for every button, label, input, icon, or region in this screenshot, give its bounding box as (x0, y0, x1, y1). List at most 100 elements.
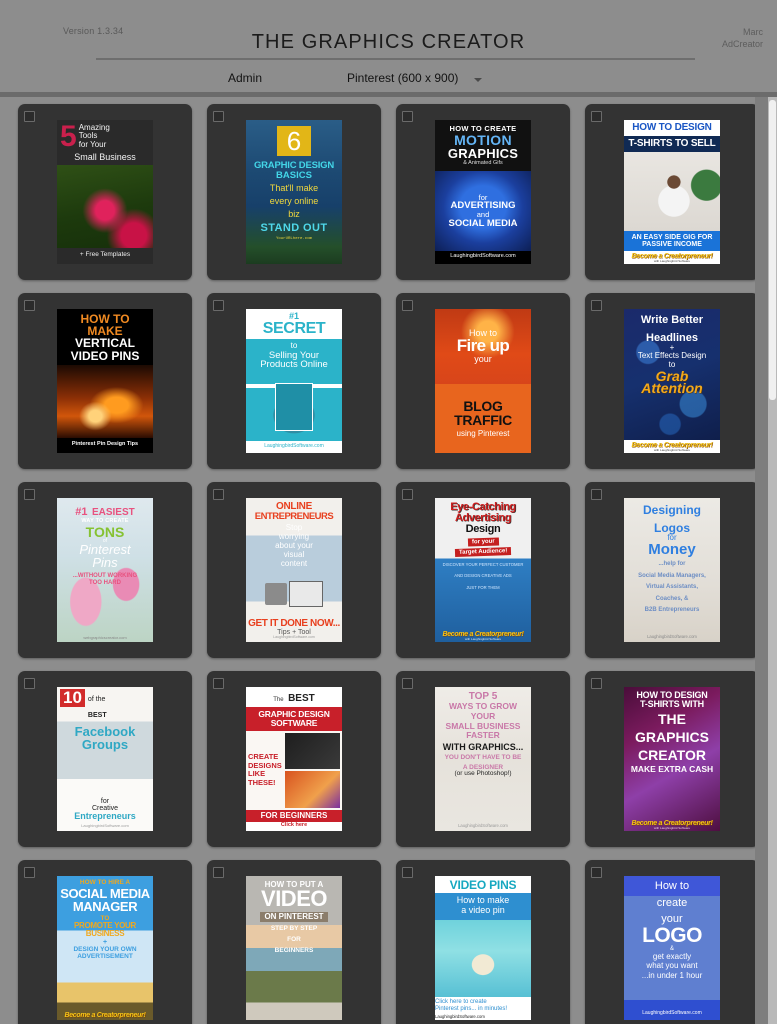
template-select-checkbox[interactable] (24, 678, 35, 689)
thumb-text: Pinterest pins... in minutes! (435, 1005, 508, 1012)
admin-menu-item[interactable]: Admin (228, 71, 262, 85)
template-select-checkbox[interactable] (402, 678, 413, 689)
thumb-text: Virtual Assistants, (645, 584, 699, 591)
template-thumbnail[interactable]: HOW TO DESIGN T-SHIRTS TO SELL AN EASY S… (624, 120, 720, 264)
template-card[interactable]: HOW TO DESIGN T-SHIRTS WITH THE GRAPHICS… (585, 671, 759, 847)
template-thumbnail[interactable]: The BEST GRAPHIC DESIGN SOFTWARE CREATE … (246, 687, 342, 831)
template-card[interactable]: 10 of the BEST Facebook Groups for Creat… (18, 671, 192, 847)
thumb-photo (246, 569, 342, 619)
thumb-text: GET IT DONE NOW... (248, 618, 340, 630)
thumb-photo: for ADVERTISING and SOCIAL MEDIA (435, 170, 531, 252)
template-thumbnail[interactable]: TOP 5 WAYS TO GROW YOUR SMALL BUSINESS F… (435, 687, 531, 831)
template-card[interactable]: TOP 5 WAYS TO GROW YOUR SMALL BUSINESS F… (396, 671, 570, 847)
thumb-text: ...help for (658, 561, 686, 568)
template-card[interactable]: HOW TO DESIGN T-SHIRTS TO SELL AN EASY S… (585, 104, 759, 280)
thumb-text: every online (269, 196, 319, 207)
thumb-text: #1 (75, 506, 88, 518)
template-select-checkbox[interactable] (402, 867, 413, 878)
template-select-checkbox[interactable] (213, 300, 224, 311)
template-card[interactable]: How to Fire up your BLOG TRAFFIC using P… (396, 293, 570, 469)
template-select-checkbox[interactable] (213, 867, 224, 878)
template-thumbnail[interactable]: VIDEO PINS How to make a video pin Click… (435, 876, 531, 1020)
template-card[interactable]: HOW TO MAKE VERTICAL VIDEO PINS Pinteres… (18, 293, 192, 469)
template-card[interactable]: The BEST GRAPHIC DESIGN SOFTWARE CREATE … (207, 671, 381, 847)
template-select-checkbox[interactable] (591, 678, 602, 689)
template-select-checkbox[interactable] (591, 489, 602, 500)
template-thumbnail[interactable]: ONLINE ENTREPRENEURS Stop worrying about… (246, 498, 342, 642)
template-card[interactable]: #1 SECRET to Selling Your Products Onlin… (207, 293, 381, 469)
template-thumbnail[interactable]: Eye-Catching Advertising Design for your… (435, 498, 531, 642)
template-select-checkbox[interactable] (213, 489, 224, 500)
thumb-url: YourURLhere.com (275, 236, 312, 241)
canvas-size-select[interactable]: Pinterest (600 x 900) (347, 71, 458, 85)
template-card[interactable]: 6 GRAPHIC DESIGN BASICS That'll make eve… (207, 104, 381, 280)
template-thumbnail[interactable]: HOW TO HIRE A SOCIAL MEDIA MANAGER TO PR… (57, 876, 153, 1020)
template-card[interactable]: HOW TO CREATE MOTION GRAPHICS & Animated… (396, 104, 570, 280)
template-select-checkbox[interactable] (591, 867, 602, 878)
template-thumbnail[interactable]: 5 Amazing Tools for Your Small Business … (57, 120, 153, 264)
template-select-checkbox[interactable] (213, 678, 224, 689)
template-select-checkbox[interactable] (402, 300, 413, 311)
template-thumbnail[interactable]: HOW TO MAKE VERTICAL VIDEO PINS Pinteres… (57, 309, 153, 453)
template-select-checkbox[interactable] (24, 111, 35, 122)
thumb-text: MOTION (454, 131, 512, 148)
thumb-text: THE (658, 711, 686, 728)
template-thumbnail[interactable]: 10 of the BEST Facebook Groups for Creat… (57, 687, 153, 831)
template-thumbnail[interactable]: HOW TO DESIGN T-SHIRTS WITH THE GRAPHICS… (624, 687, 720, 831)
thumb-text: Groups (81, 736, 129, 752)
thumb-text: How to (654, 880, 690, 892)
template-select-checkbox[interactable] (24, 300, 35, 311)
template-card[interactable]: 5 Amazing Tools for Your Small Business … (18, 104, 192, 280)
thumb-text: AN EASY SIDE GIG FOR (631, 233, 713, 241)
template-select-checkbox[interactable] (24, 867, 35, 878)
template-select-checkbox[interactable] (591, 300, 602, 311)
thumb-text: for your (467, 537, 499, 547)
thumb-photo (284, 732, 340, 809)
template-select-checkbox[interactable] (591, 111, 602, 122)
thumb-url: LaughingbirdSoftware.com (458, 822, 508, 828)
thumb-text: Write Better (640, 314, 704, 326)
template-thumbnail[interactable]: Write Better Headlines + Text Effects De… (624, 309, 720, 453)
template-card[interactable]: Eye-Catching Advertising Design for your… (396, 482, 570, 658)
thumb-text: with Laughingbird Software (464, 636, 502, 641)
template-card[interactable]: ONLINE ENTREPRENEURS Stop worrying about… (207, 482, 381, 658)
chevron-down-icon[interactable] (474, 78, 482, 82)
template-thumbnail[interactable]: 6 GRAPHIC DESIGN BASICS That'll make eve… (246, 120, 342, 264)
template-thumbnail[interactable]: HOW TO PUT A VIDEO ON PINTEREST STEP BY … (246, 876, 342, 1020)
thumb-text: FASTER (466, 730, 500, 741)
template-select-checkbox[interactable] (402, 489, 413, 500)
template-card[interactable]: HOW TO HIRE A SOCIAL MEDIA MANAGER TO PR… (18, 860, 192, 1024)
thumb-text: for Your (78, 139, 107, 149)
template-card[interactable]: VIDEO PINS How to make a video pin Click… (396, 860, 570, 1024)
gallery-scrollbar-thumb[interactable] (769, 100, 776, 400)
template-thumbnail[interactable]: How to Fire up your BLOG TRAFFIC using P… (435, 309, 531, 453)
template-card[interactable]: #1 EASIEST WAY TO CREATE TONS of Pintere… (18, 482, 192, 658)
template-card[interactable]: HOW TO PUT A VIDEO ON PINTEREST STEP BY … (207, 860, 381, 1024)
template-gallery[interactable]: 5 Amazing Tools for Your Small Business … (0, 97, 777, 1024)
thumb-photo: How to Fire up your (435, 309, 531, 384)
template-thumbnail[interactable]: Designing Logos for Money ...help for So… (624, 498, 720, 642)
template-thumbnail[interactable]: HOW TO CREATE MOTION GRAPHICS & Animated… (435, 120, 531, 264)
thumb-text: LOGO (642, 923, 702, 947)
template-card[interactable]: Designing Logos for Money ...help for So… (585, 482, 759, 658)
template-card[interactable]: Write Better Headlines + Text Effects De… (585, 293, 759, 469)
thumb-text: MAKE EXTRA CASH (630, 764, 714, 775)
thumb-text: EASIEST (91, 507, 135, 518)
thumb-text: T-SHIRTS WITH (640, 699, 704, 710)
template-thumbnail[interactable]: How to create your LOGO & get exactly wh… (624, 876, 720, 1020)
template-thumbnail[interactable]: #1 SECRET to Selling Your Products Onlin… (246, 309, 342, 453)
thumb-text: Become a Creatorpreneur! (64, 1011, 146, 1019)
template-select-checkbox[interactable] (213, 111, 224, 122)
template-select-checkbox[interactable] (24, 489, 35, 500)
template-card[interactable]: How to create your LOGO & get exactly wh… (585, 860, 759, 1024)
thumb-text: Click here to create (435, 998, 487, 1005)
thumb-text: Money (648, 541, 696, 559)
thumb-text: Fire up (456, 336, 510, 356)
brand-logo: Become a Creatorpreneur! with Laughingbi… (624, 250, 720, 264)
template-select-checkbox[interactable] (402, 111, 413, 122)
thumb-text: SOCIAL MEDIA (448, 217, 518, 229)
template-thumbnail[interactable]: #1 EASIEST WAY TO CREATE TONS of Pintere… (57, 498, 153, 642)
user-account-info[interactable]: Marc AdCreator (722, 26, 763, 50)
thumb-text: Entrepreneurs (74, 810, 136, 821)
thumb-text: STEP BY STEP (270, 925, 318, 933)
